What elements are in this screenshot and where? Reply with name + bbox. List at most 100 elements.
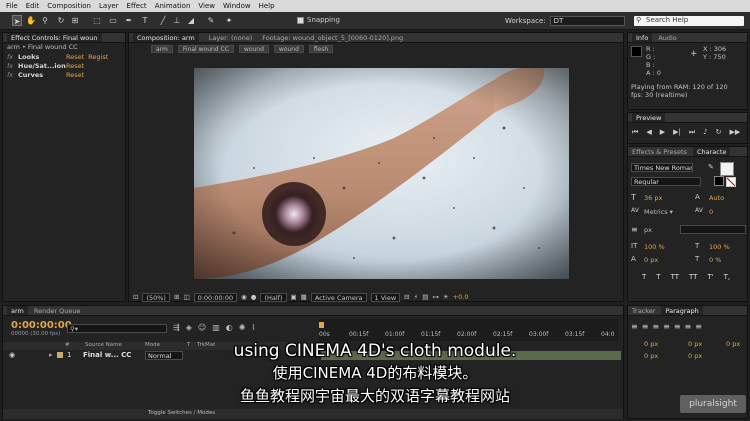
tab-preview[interactable]: Preview: [632, 113, 666, 122]
resolution-dropdown[interactable]: (Half): [260, 292, 287, 302]
zoom-dropdown[interactable]: (50%): [142, 292, 170, 302]
font-size-value[interactable]: 36 px: [644, 194, 662, 202]
tab-paragraph[interactable]: Paragraph: [661, 306, 703, 315]
exposure-icon[interactable]: ☀: [443, 293, 449, 301]
transparency-grid-icon[interactable]: ▦: [301, 293, 307, 301]
register-link[interactable]: Regist: [88, 53, 108, 61]
snapping-toggle[interactable]: Snapping: [297, 16, 340, 24]
viewer-timecode[interactable]: 0:00:00:00: [193, 292, 238, 302]
justify-all-icon[interactable]: ≡: [695, 322, 702, 331]
time-ruler[interactable]: 00s 00:15f 01:00f 01:15f 02:00f 02:15f 0…: [319, 319, 619, 341]
stroke-color-swatch[interactable]: [714, 176, 724, 186]
draft-3d-icon[interactable]: ◈: [186, 323, 192, 332]
tsume-value[interactable]: 0 %: [709, 256, 721, 264]
grid-icon[interactable]: ⊞: [174, 293, 179, 301]
play-icon[interactable]: ▶: [660, 128, 665, 137]
composition-canvas[interactable]: [194, 68, 569, 279]
superscript-button[interactable]: T': [707, 273, 713, 281]
faux-bold-button[interactable]: T: [642, 273, 646, 281]
pen-tool-icon[interactable]: ✒: [124, 15, 134, 26]
camera-tool-icon[interactable]: ⊞: [70, 15, 80, 26]
tab-layer[interactable]: Layer: (none): [209, 34, 253, 42]
menu-animation[interactable]: Animation: [155, 2, 191, 10]
workspace-dropdown[interactable]: DT: [549, 16, 625, 26]
tab-render-queue[interactable]: Render Queue: [34, 307, 81, 315]
menu-composition[interactable]: Composition: [47, 2, 91, 10]
effect-row-curves[interactable]: fx Curves Reset: [3, 70, 125, 79]
vertical-scale-value[interactable]: 100 %: [644, 243, 665, 251]
faux-italic-button[interactable]: T: [656, 273, 660, 281]
flowchart-icon[interactable]: ⊶: [432, 293, 439, 301]
puppet-tool-icon[interactable]: ✦: [224, 15, 234, 26]
leading-value[interactable]: Auto: [709, 194, 724, 202]
timeline-icon[interactable]: ▤: [422, 293, 428, 301]
breadcrumb-item[interactable]: Final wound CC: [177, 45, 234, 53]
stroke-style-dropdown[interactable]: [680, 225, 746, 234]
tab-arm[interactable]: arm: [7, 306, 28, 315]
clone-stamp-tool-icon[interactable]: ⊥: [172, 15, 182, 26]
brainstorm-icon[interactable]: ✺: [239, 323, 246, 332]
breadcrumb-item[interactable]: arm: [151, 45, 173, 53]
selection-tool-icon[interactable]: ➤: [12, 15, 22, 26]
align-right-icon[interactable]: ≡: [652, 322, 659, 331]
breadcrumb-item[interactable]: flesh: [308, 45, 334, 53]
frame-blending-icon[interactable]: ▥: [212, 323, 220, 332]
tab-effects-presets[interactable]: Effects & Presets: [632, 148, 687, 156]
last-frame-icon[interactable]: ⏭: [689, 128, 695, 137]
mask-tool-icon[interactable]: ▭: [108, 15, 118, 26]
all-caps-button[interactable]: TT: [671, 273, 679, 281]
graph-editor-icon[interactable]: ⌇: [251, 323, 255, 332]
rotate-tool-icon[interactable]: ↻: [56, 15, 66, 26]
zoom-tool-icon[interactable]: ⚲: [40, 15, 50, 26]
menu-edit[interactable]: Edit: [26, 2, 40, 10]
snapshot-icon[interactable]: ◉: [241, 293, 247, 301]
next-frame-icon[interactable]: ▶|: [673, 128, 681, 137]
menu-file[interactable]: File: [6, 2, 18, 10]
shy-icon[interactable]: ☺: [198, 323, 206, 332]
effect-row-hue-sat[interactable]: fx Hue/Sat...ion Reset: [3, 61, 125, 70]
tab-tracker[interactable]: Tracker: [632, 307, 655, 315]
tab-info[interactable]: Info: [632, 33, 653, 42]
hand-tool-icon[interactable]: ✋: [26, 15, 36, 26]
subscript-button[interactable]: T,: [724, 273, 731, 281]
font-style-dropdown[interactable]: Regular: [631, 177, 701, 186]
mute-audio-icon[interactable]: ♪: [703, 128, 707, 137]
motion-blur-icon[interactable]: ◐: [226, 323, 233, 332]
show-channel-icon[interactable]: ●: [251, 293, 257, 301]
menu-help[interactable]: Help: [259, 2, 275, 10]
justify-last-right-icon[interactable]: ≡: [685, 322, 692, 331]
reset-link[interactable]: Reset: [66, 71, 84, 79]
eyedropper-icon[interactable]: ✎: [708, 163, 714, 171]
pan-behind-tool-icon[interactable]: ⬚: [92, 15, 102, 26]
brush-tool-icon[interactable]: ╱: [158, 15, 168, 26]
tab-character[interactable]: Characte: [692, 147, 731, 156]
tab-effect-controls[interactable]: Effect Controls: Final woun: [7, 33, 102, 42]
small-caps-button[interactable]: TT: [689, 273, 697, 281]
always-preview-icon[interactable]: ⊡: [133, 293, 138, 301]
camera-dropdown[interactable]: Active Camera: [310, 292, 367, 302]
fill-color-swatch[interactable]: [720, 162, 734, 176]
reset-link[interactable]: Reset: [66, 62, 84, 70]
menu-view[interactable]: View: [198, 2, 215, 10]
tab-audio[interactable]: Audio: [658, 34, 676, 42]
comp-mini-flowchart-icon[interactable]: ⇶: [173, 323, 180, 332]
menu-layer[interactable]: Layer: [99, 2, 119, 10]
first-frame-icon[interactable]: ⏮: [632, 128, 638, 137]
fast-previews-icon[interactable]: ⚡: [414, 293, 419, 301]
type-tool-icon[interactable]: T: [140, 15, 150, 26]
reset-link[interactable]: Reset: [66, 53, 84, 61]
breadcrumb-item[interactable]: wound: [273, 45, 304, 53]
toggle-pixel-aspect-icon[interactable]: ⊟: [404, 293, 409, 301]
exposure-value[interactable]: +0.0: [453, 293, 469, 301]
toggle-switches-modes-button[interactable]: Toggle Switches / Modes: [148, 410, 215, 416]
tracking-value[interactable]: 0: [709, 208, 713, 216]
timeline-timecode[interactable]: 0:00:00:00: [11, 320, 72, 331]
roto-brush-tool-icon[interactable]: ✎: [206, 15, 216, 26]
no-stroke-swatch[interactable]: [726, 177, 736, 187]
work-area-start-marker[interactable]: [319, 322, 324, 328]
effect-row-looks[interactable]: fx Looks Reset Regist: [3, 52, 125, 61]
breadcrumb-item[interactable]: wound: [238, 45, 269, 53]
stroke-width-unit[interactable]: px: [644, 226, 652, 234]
loop-icon[interactable]: ↻: [716, 128, 722, 137]
align-left-icon[interactable]: ≡: [631, 322, 638, 331]
